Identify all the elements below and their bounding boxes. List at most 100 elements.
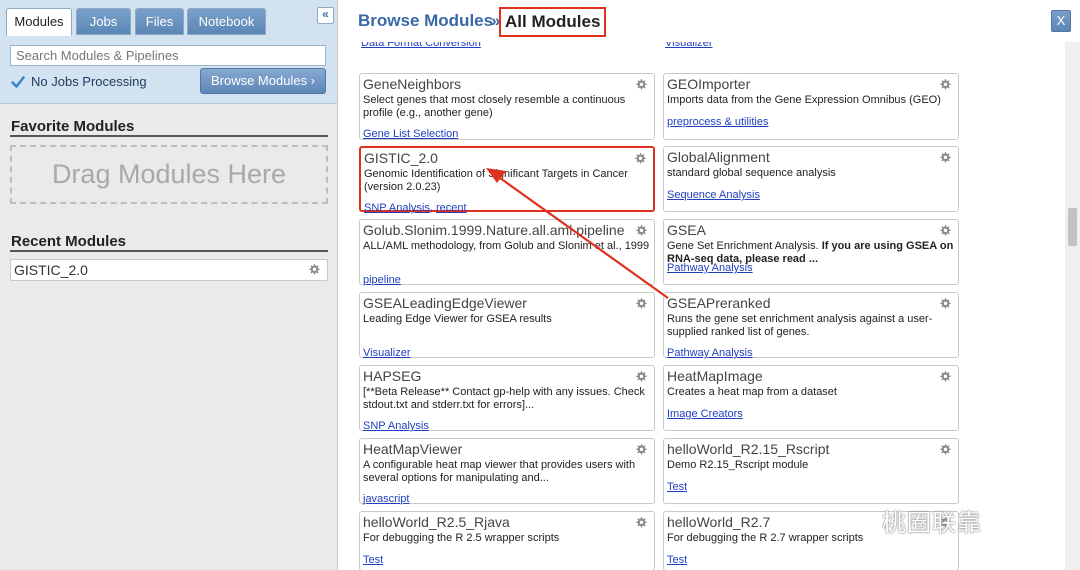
module-card[interactable]: HeatMapImage Creates a heat map from a da…	[663, 365, 959, 431]
module-categories: javascript	[363, 493, 409, 506]
module-name[interactable]: GEOImporter	[667, 76, 929, 93]
module-categories: Pathway Analysis	[667, 262, 753, 275]
module-description-text: Gene Set Enrichment Analysis.	[667, 240, 822, 252]
module-card[interactable]: GSEA Gene Set Enrichment Analysis. If you…	[663, 219, 959, 285]
module-categories: SNP Analysis, recent	[364, 202, 467, 214]
breadcrumb-all-modules: All Modules	[499, 7, 607, 37]
gear-icon[interactable]	[308, 263, 321, 276]
tab-notebook[interactable]: Notebook	[187, 8, 266, 35]
module-name[interactable]: HeatMapImage	[667, 368, 929, 385]
main-panel: Data Format Conversion Visualizer GeneNe…	[339, 0, 1080, 570]
gear-icon[interactable]	[635, 224, 648, 237]
module-name[interactable]: HeatMapViewer	[363, 441, 625, 458]
module-card[interactable]: GEOImporter Imports data from the Gene Ex…	[663, 73, 959, 140]
module-description-text: [**Beta Release** Contact gp-help with a…	[363, 386, 645, 411]
gear-icon[interactable]	[635, 516, 648, 529]
category-link[interactable]: recent	[436, 202, 467, 214]
search-input[interactable]	[10, 45, 326, 66]
tab-jobs[interactable]: Jobs	[76, 8, 131, 35]
module-card[interactable]: helloWorld_R2.15_Rscript Demo R2.15_Rscri…	[663, 438, 959, 504]
category-link[interactable]: Sequence Analysis	[667, 189, 760, 201]
module-name[interactable]: helloWorld_R2.15_Rscript	[667, 441, 929, 458]
module-name[interactable]: GeneNeighbors	[363, 76, 625, 93]
favorite-modules-title: Favorite Modules	[11, 118, 135, 135]
module-description-text: For debugging the R 2.5 wrapper scripts	[363, 532, 560, 544]
checkmark-icon	[11, 75, 25, 88]
module-description: Demo R2.15_Rscript module	[667, 459, 957, 472]
module-description-text: ALL/AML methodology, from Golub and Slon…	[363, 240, 650, 252]
module-card[interactable]: GeneNeighbors Select genes that most clos…	[359, 73, 655, 140]
tab-modules[interactable]: Modules	[6, 8, 72, 36]
module-card[interactable]: Golub.Slonim.1999.Nature.all.aml.pipelin…	[359, 219, 655, 286]
module-name[interactable]: HAPSEG	[363, 368, 625, 385]
jobs-status: No Jobs Processing	[11, 74, 147, 89]
category-link[interactable]: javascript	[363, 493, 409, 505]
close-button[interactable]: X	[1051, 10, 1071, 32]
category-link[interactable]: Test	[667, 554, 687, 566]
gear-icon[interactable]	[939, 443, 952, 456]
module-card[interactable]: GlobalAlignment standard global sequence …	[663, 146, 959, 212]
module-description-text: Leading Edge Viewer for GSEA results	[363, 313, 552, 325]
category-link[interactable]: Test	[667, 481, 687, 493]
module-name[interactable]: Golub.Slonim.1999.Nature.all.aml.pipelin…	[363, 222, 625, 239]
module-card[interactable]: helloWorld_R2.5_Rjava For debugging the R…	[359, 511, 655, 570]
gear-icon[interactable]	[635, 297, 648, 310]
jobs-status-label: No Jobs Processing	[31, 74, 147, 89]
module-description: Imports data from the Gene Expression Om…	[667, 94, 957, 107]
module-categories: Gene List Selection	[363, 128, 458, 141]
category-link[interactable]: Image Creators	[667, 408, 743, 420]
category-link[interactable]: SNP Analysis	[364, 202, 430, 214]
module-grid: Data Format Conversion Visualizer GeneNe…	[339, 0, 1065, 570]
category-link[interactable]: Visualizer	[363, 347, 411, 359]
module-card[interactable]: GISTIC_2.0 Genomic Identification of Sign…	[359, 146, 655, 214]
category-link[interactable]: Pathway Analysis	[667, 262, 753, 274]
scrollbar-thumb[interactable]	[1068, 208, 1077, 246]
gear-icon[interactable]	[939, 297, 952, 310]
gear-icon[interactable]	[939, 151, 952, 164]
recent-divider	[10, 250, 328, 252]
module-description-text: standard global sequence analysis	[667, 167, 836, 179]
favorite-divider	[10, 135, 328, 137]
recent-module-label: GISTIC_2.0	[14, 262, 88, 278]
module-name[interactable]: GSEA	[667, 222, 929, 239]
category-link[interactable]: SNP Analysis	[363, 420, 429, 432]
module-description-text: Genomic Identification of Significant Ta…	[364, 168, 628, 193]
gear-icon[interactable]	[939, 78, 952, 91]
scrollbar[interactable]	[1065, 42, 1080, 570]
module-categories: SNP Analysis	[363, 420, 429, 433]
module-name[interactable]: GISTIC_2.0	[364, 150, 626, 167]
gear-icon[interactable]	[939, 224, 952, 237]
module-name[interactable]: GSEALeadingEdgeViewer	[363, 295, 625, 312]
module-name[interactable]: helloWorld_R2.5_Rjava	[363, 514, 625, 531]
module-categories: Sequence Analysis	[667, 189, 760, 202]
module-description: Creates a heat map from a dataset	[667, 386, 957, 399]
module-description-text: Creates a heat map from a dataset	[667, 386, 837, 398]
gear-icon[interactable]	[635, 370, 648, 383]
gear-icon[interactable]	[939, 370, 952, 383]
module-name[interactable]: GSEAPreranked	[667, 295, 929, 312]
gear-icon[interactable]	[635, 78, 648, 91]
favorites-dropzone[interactable]: Drag Modules Here	[10, 145, 328, 204]
module-categories: Test	[667, 554, 687, 567]
recent-module-item[interactable]: GISTIC_2.0	[10, 259, 328, 281]
module-description-text: Runs the gene set enrichment analysis ag…	[667, 313, 933, 338]
gear-icon[interactable]	[634, 152, 647, 165]
category-link[interactable]: pipeline	[363, 274, 401, 286]
module-description-text: A configurable heat map viewer that prov…	[363, 459, 636, 484]
tab-files[interactable]: Files	[135, 8, 184, 35]
module-card[interactable]: GSEALeadingEdgeViewer Leading Edge Viewer…	[359, 292, 655, 359]
breadcrumb-browse-modules[interactable]: Browse Modules	[358, 11, 493, 31]
module-name[interactable]: GlobalAlignment	[667, 149, 929, 166]
category-link[interactable]: preprocess & utilities	[667, 116, 769, 128]
category-link[interactable]: Test	[363, 554, 383, 566]
category-link[interactable]: Pathway Analysis	[667, 347, 753, 359]
gear-icon[interactable]	[635, 443, 648, 456]
module-card[interactable]: HAPSEG [**Beta Release** Contact gp-help …	[359, 365, 655, 433]
module-card[interactable]: HeatMapViewer A configurable heat map vie…	[359, 438, 655, 506]
double-chevron-left-icon[interactable]: «	[317, 7, 334, 24]
category-link[interactable]: Gene List Selection	[363, 128, 458, 140]
module-description: Runs the gene set enrichment analysis ag…	[667, 313, 957, 339]
browse-modules-button[interactable]: Browse Modules ›	[200, 68, 326, 94]
sidebar: Modules Jobs Files Notebook « No Jobs Pr…	[0, 0, 338, 570]
module-card[interactable]: GSEAPreranked Runs the gene set enrichmen…	[663, 292, 959, 359]
